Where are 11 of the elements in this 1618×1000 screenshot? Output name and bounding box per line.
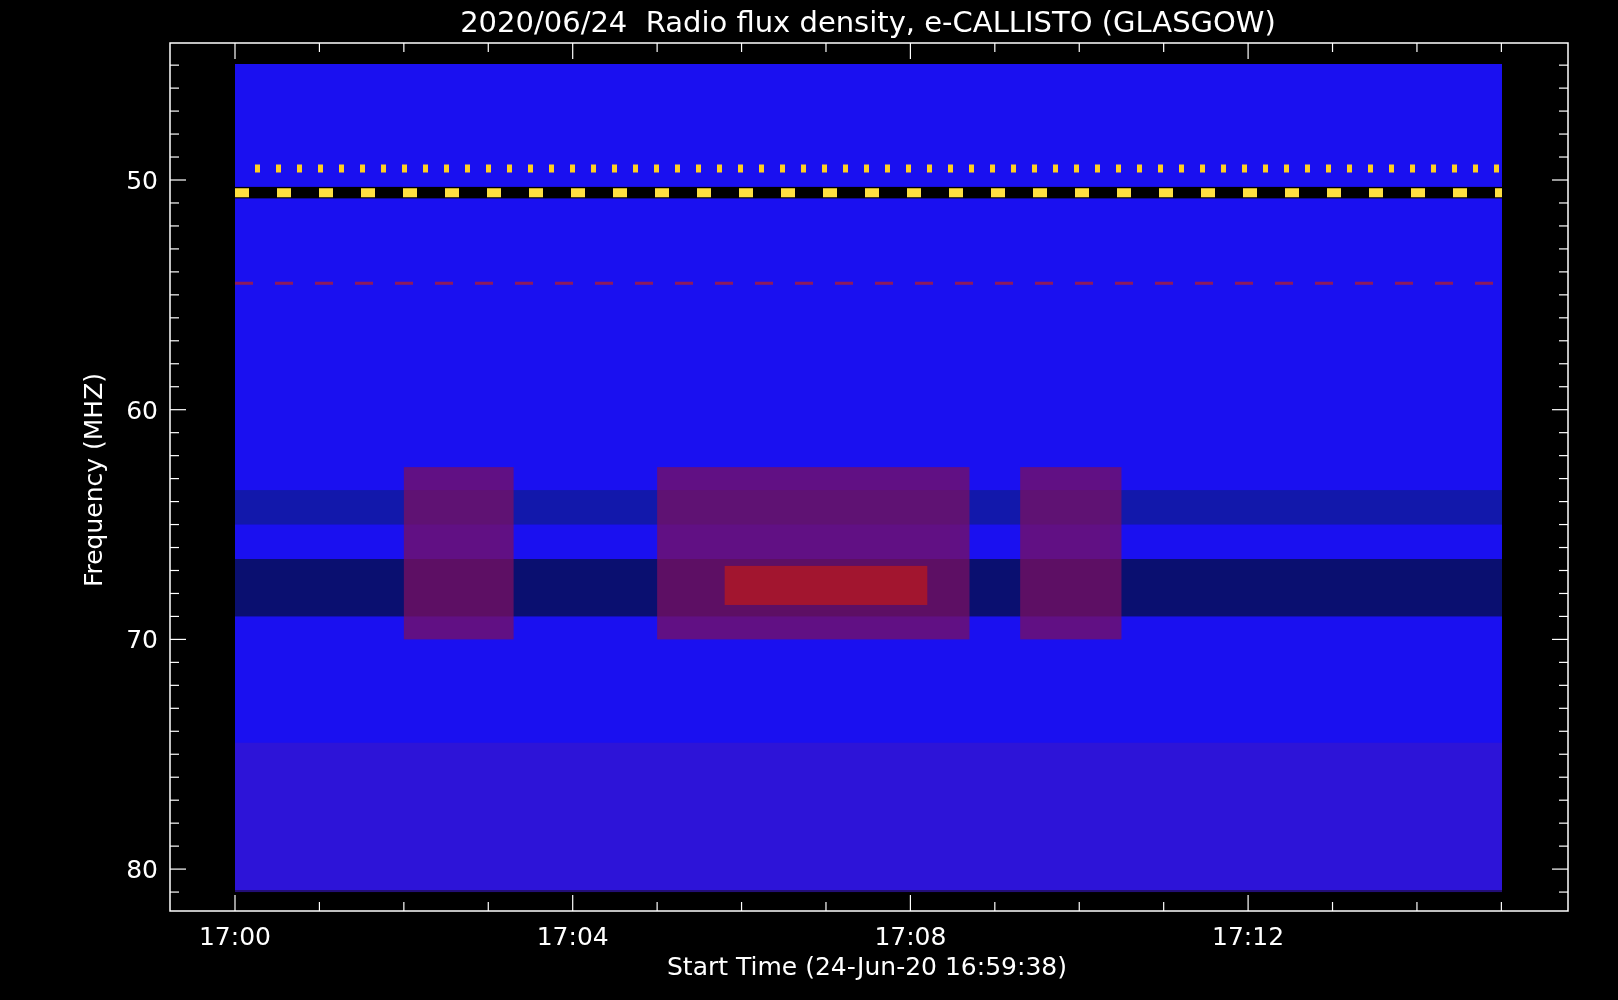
y-tick-label: 80 [126,855,158,885]
y-tick-label: 50 [126,166,158,195]
x-tick-label: 17:12 [1212,922,1285,951]
x-axis-label: Start Time (24-Jun-20 16:59:38) [667,952,1067,981]
x-tick-label: 17:08 [874,922,947,951]
y-tick-label: 70 [126,625,158,655]
x-tick-label: 17:04 [536,922,609,951]
y-tick-label: 60 [126,395,158,425]
x-tick-label: 17:00 [199,922,271,951]
chart-title: 2020/06/24 Radio flux density, e-CALLISTO (GLASGOW) [460,5,1276,39]
y-axis-label: Frequency (MHZ) [79,372,108,588]
